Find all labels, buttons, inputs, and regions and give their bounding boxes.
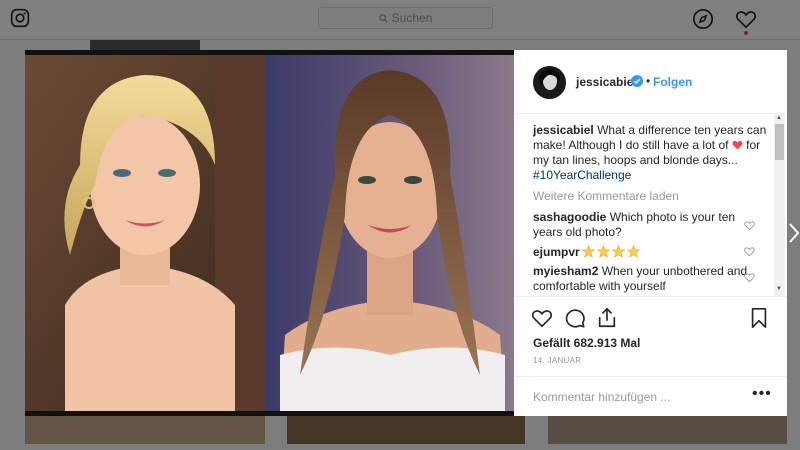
post-photo[interactable] — [25, 50, 514, 416]
post-caption: jessicabiel What a difference ten years … — [533, 123, 768, 183]
list-item: ejumpvr — [533, 245, 748, 260]
comments-list: jessicabiel What a difference ten years … — [514, 114, 787, 296]
add-comment-bar: ••• — [514, 376, 787, 416]
scroll-down-arrow-icon[interactable]: ▼ — [776, 286, 782, 292]
comment-username[interactable]: myiesham2 — [533, 264, 598, 278]
hashtag-link[interactable]: #10YearChallenge — [533, 168, 631, 182]
comment-star-emojis — [582, 245, 640, 258]
post-sidebar: jessicabiel • Folgen jessicabiel What a … — [514, 50, 787, 416]
separator-dot: • — [646, 74, 651, 88]
photo-right-portrait — [265, 55, 514, 411]
like-comment-heart-icon[interactable] — [744, 220, 755, 231]
post-actions: Gefällt 682.913 Mal 14. JANUAR — [514, 296, 787, 376]
like-comment-heart-icon[interactable] — [744, 272, 755, 283]
comments-scrollbar[interactable]: ▲ ▼ — [774, 114, 785, 296]
avatar[interactable] — [533, 66, 566, 99]
star-emoji-icon — [597, 245, 610, 258]
bookmark-save-icon[interactable] — [748, 307, 770, 329]
post-author-username[interactable]: jessicabiel — [576, 75, 637, 89]
red-heart-emoji-icon — [732, 140, 743, 150]
list-item: myiesham2 When your unbothered and comfo… — [533, 264, 748, 294]
scrollbar-thumb[interactable] — [775, 124, 784, 160]
caption-username[interactable]: jessicabiel — [533, 123, 594, 137]
more-options-icon[interactable]: ••• — [752, 385, 772, 403]
post-date[interactable]: 14. JANUAR — [533, 356, 581, 365]
verified-badge-icon — [631, 75, 643, 87]
likes-count[interactable]: Gefällt 682.913 Mal — [533, 336, 640, 350]
photo-left-portrait — [25, 55, 265, 411]
share-upload-icon[interactable] — [596, 307, 618, 329]
comment-username[interactable]: ejumpvr — [533, 245, 580, 259]
comment-bubble-icon[interactable] — [564, 307, 586, 329]
star-emoji-icon — [582, 245, 595, 258]
list-item: sashagoodie Which photo is your ten year… — [533, 210, 748, 240]
like-heart-icon[interactable] — [531, 307, 553, 329]
follow-button[interactable]: Folgen — [653, 75, 692, 89]
star-emoji-icon — [612, 245, 625, 258]
load-more-comments-button[interactable]: Weitere Kommentare laden — [533, 189, 679, 203]
comment-username[interactable]: sashagoodie — [533, 210, 606, 224]
next-post-arrow-icon[interactable] — [788, 220, 800, 246]
add-comment-input[interactable] — [533, 389, 743, 405]
star-emoji-icon — [627, 245, 640, 258]
post-header: jessicabiel • Folgen — [514, 50, 787, 114]
like-comment-heart-icon[interactable] — [744, 246, 755, 257]
post-modal: jessicabiel • Folgen jessicabiel What a … — [25, 50, 787, 416]
scroll-up-arrow-icon[interactable]: ▲ — [776, 115, 782, 121]
